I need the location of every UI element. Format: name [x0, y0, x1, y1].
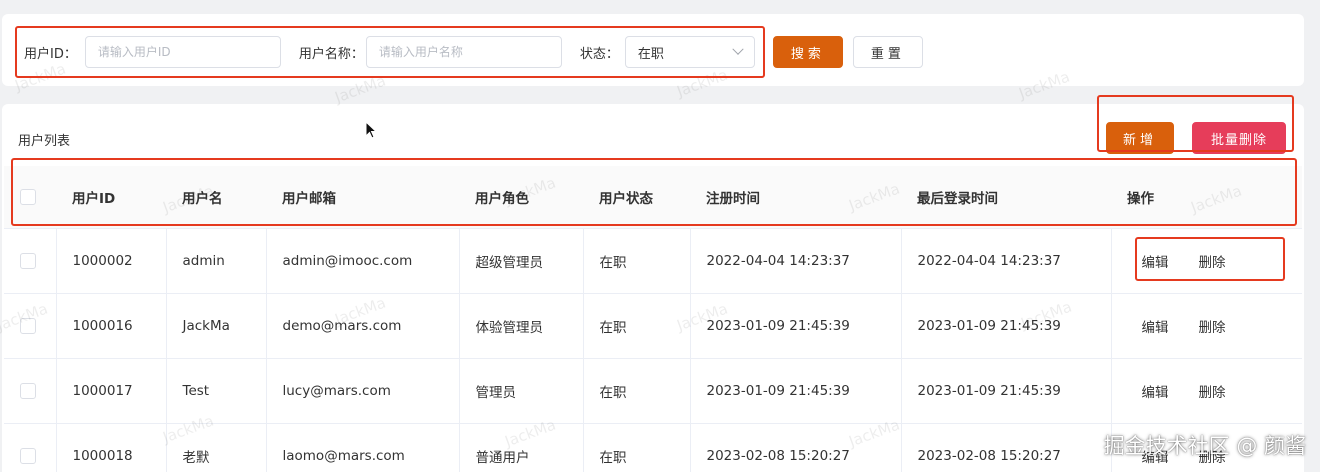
row-checkbox[interactable]	[20, 447, 36, 464]
cell-user-id: 1000017	[56, 358, 167, 424]
search-form: 用户ID： 用户名称： 状态： 在职 搜索 重置	[24, 36, 923, 68]
table-row: 1000017 Test lucy@mars.com 管理员 在职 2023-0…	[4, 358, 1302, 424]
status-select-value: 在职	[637, 46, 664, 62]
user-name-input[interactable]	[365, 36, 562, 68]
batch-delete-button[interactable]: 批量删除	[1192, 122, 1286, 154]
delete-link[interactable]: 删除	[1199, 251, 1226, 271]
page: 用户ID： 用户名称： 状态： 在职 搜索 重置 用户列表 新增 批量删除	[0, 0, 1320, 472]
cell-user-name: 老默	[166, 423, 267, 472]
col-last-login: 最后登录时间	[901, 166, 1111, 229]
cell-user-role: 超级管理员	[459, 228, 584, 294]
table-row: 1000016 JackMa demo@mars.com 体验管理员 在职 20…	[4, 293, 1302, 359]
cell-created-time: 2023-02-08 15:20:27	[690, 423, 902, 472]
credit-text: 掘金技术社区 @ 颜酱	[1103, 434, 1306, 458]
cell-user-status: 在职	[583, 423, 691, 472]
table-row: 1000002 admin admin@imooc.com 超级管理员 在职 2…	[4, 228, 1302, 294]
cell-user-email: admin@imooc.com	[266, 228, 460, 294]
cell-user-id: 1000002	[56, 228, 167, 294]
edit-link[interactable]: 编辑	[1142, 251, 1169, 271]
delete-link[interactable]: 删除	[1199, 316, 1226, 336]
cell-user-status: 在职	[583, 358, 691, 424]
cell-user-role: 普通用户	[459, 423, 584, 472]
status-label: 状态：	[579, 46, 619, 62]
cell-actions: 编辑 删除	[1111, 293, 1302, 359]
cell-user-status: 在职	[583, 293, 691, 359]
user-id-input[interactable]	[84, 36, 281, 68]
cell-created-time: 2023-01-09 21:45:39	[690, 358, 902, 424]
col-user-email: 用户邮箱	[266, 166, 459, 229]
col-user-status: 用户状态	[583, 166, 690, 229]
col-user-role: 用户角色	[459, 166, 583, 229]
row-checkbox[interactable]	[20, 252, 36, 269]
list-title: 用户列表	[18, 134, 71, 149]
user-table: 用户ID 用户名 用户邮箱 用户角色 用户状态 注册时间 最后登录时间 操作 1…	[4, 166, 1302, 472]
col-user-name: 用户名	[166, 166, 266, 229]
search-panel: 用户ID： 用户名称： 状态： 在职 搜索 重置	[2, 14, 1304, 86]
row-checkbox[interactable]	[20, 317, 36, 334]
search-button[interactable]: 搜索	[772, 36, 843, 68]
mouse-cursor-icon	[365, 121, 377, 139]
edit-link[interactable]: 编辑	[1142, 381, 1169, 401]
cell-actions: 编辑 删除	[1111, 228, 1302, 294]
col-created-time: 注册时间	[690, 166, 901, 229]
user-name-label: 用户名称：	[298, 46, 364, 62]
row-checkbox[interactable]	[20, 382, 36, 399]
cell-user-name: admin	[166, 228, 267, 294]
cell-created-time: 2022-04-04 14:23:37	[690, 228, 902, 294]
cell-actions: 编辑 删除	[1111, 358, 1302, 424]
cell-user-email: demo@mars.com	[266, 293, 460, 359]
cell-user-id: 1000018	[56, 423, 167, 472]
user-list-panel: 用户列表 新增 批量删除 用户ID 用户名 用户邮箱 用户角色 用户状态 注册时…	[2, 104, 1304, 472]
select-all-checkbox[interactable]	[20, 188, 36, 205]
status-select[interactable]: 在职	[624, 36, 755, 68]
cell-user-email: lucy@mars.com	[266, 358, 460, 424]
cell-last-login: 2022-04-04 14:23:37	[901, 228, 1112, 294]
cell-user-email: laomo@mars.com	[266, 423, 460, 472]
add-button[interactable]: 新增	[1106, 122, 1174, 154]
cell-user-name: JackMa	[166, 293, 267, 359]
table-header-row: 用户ID 用户名 用户邮箱 用户角色 用户状态 注册时间 最后登录时间 操作	[4, 166, 1302, 229]
cell-user-name: Test	[166, 358, 267, 424]
cell-user-role: 管理员	[459, 358, 584, 424]
col-user-id: 用户ID	[56, 166, 166, 229]
chevron-down-icon	[732, 43, 744, 55]
cell-user-role: 体验管理员	[459, 293, 584, 359]
delete-link[interactable]: 删除	[1199, 381, 1226, 401]
cell-created-time: 2023-01-09 21:45:39	[690, 293, 902, 359]
col-actions: 操作	[1111, 166, 1302, 229]
reset-button[interactable]: 重置	[852, 36, 923, 68]
cell-last-login: 2023-02-08 15:20:27	[901, 423, 1112, 472]
cell-last-login: 2023-01-09 21:45:39	[901, 358, 1112, 424]
cell-last-login: 2023-01-09 21:45:39	[901, 293, 1112, 359]
user-id-label: 用户ID：	[24, 46, 77, 62]
cell-user-id: 1000016	[56, 293, 167, 359]
cell-user-status: 在职	[583, 228, 691, 294]
edit-link[interactable]: 编辑	[1142, 316, 1169, 336]
